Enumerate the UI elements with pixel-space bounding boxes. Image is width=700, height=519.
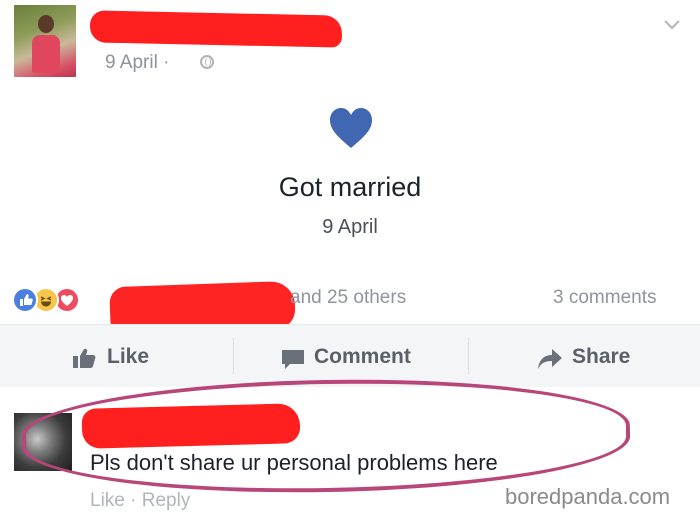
comment-button[interactable]: Comment [314, 345, 411, 369]
event-date: 9 April [322, 216, 378, 238]
post-date[interactable]: 9 April · [105, 52, 169, 74]
watermark: boredpanda.com [505, 484, 671, 509]
reactions-others-link[interactable]: and 25 others [290, 287, 406, 309]
thumbs-up-icon [73, 348, 96, 368]
share-arrow-icon [538, 349, 562, 369]
comment-like-reply-links[interactable]: Like · Reply [90, 490, 190, 512]
like-button[interactable]: Like [107, 345, 149, 369]
share-button[interactable]: Share [572, 345, 630, 369]
author-name-redaction [89, 10, 343, 48]
action-separator [468, 338, 469, 374]
comment-icon [282, 350, 304, 369]
globe-icon [200, 55, 214, 69]
highlight-circle [21, 374, 631, 498]
event-title: Got married [278, 172, 422, 202]
comments-count-link[interactable]: 3 comments [553, 287, 656, 309]
like-reaction-icon[interactable] [12, 287, 38, 313]
post-date-text[interactable]: 9 April [105, 52, 158, 73]
heart-icon [330, 108, 372, 148]
date-separator: · [163, 52, 170, 73]
action-separator [233, 338, 234, 374]
chevron-down-icon[interactable] [662, 14, 682, 34]
author-avatar[interactable] [14, 5, 76, 77]
